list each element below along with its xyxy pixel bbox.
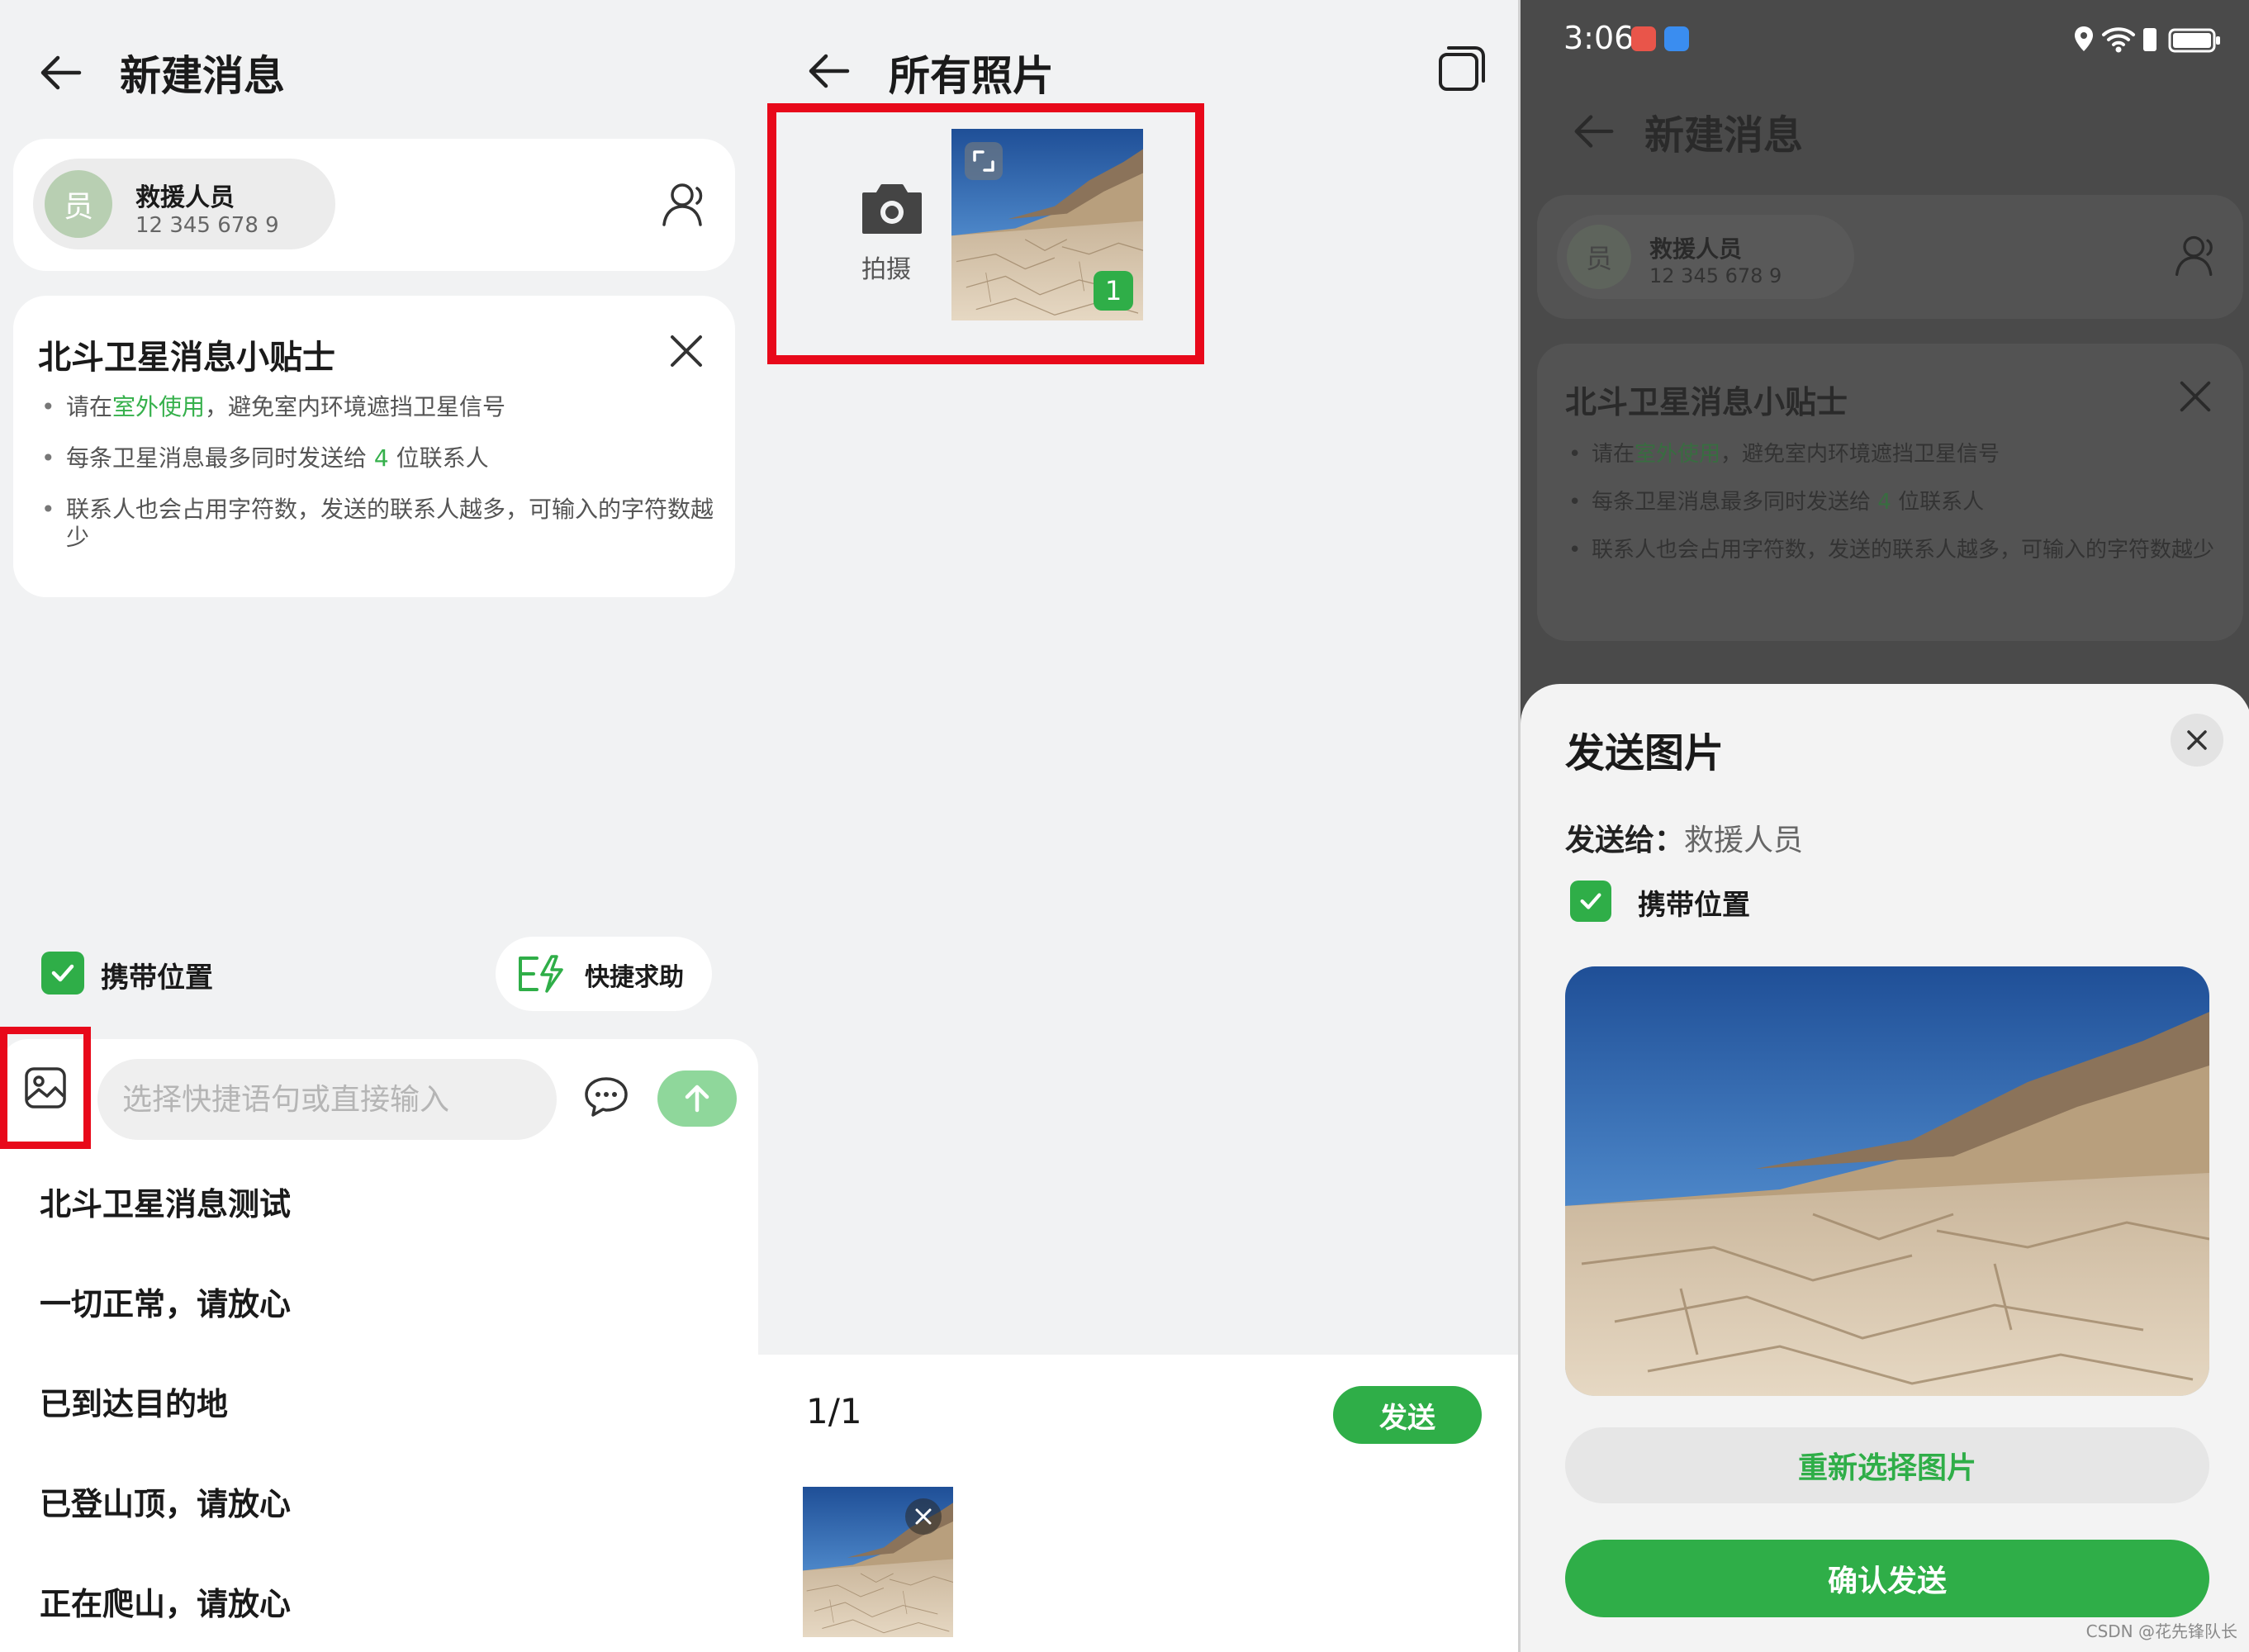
tips-list: 请在室外使用，避免室内环境遮挡卫星信号 每条卫星消息最多同时发送给 4 位联系人… [1565, 441, 2226, 585]
screen-record-icon [1631, 26, 1656, 51]
recipient-card: 员 救援人员 12 345 678 9 [13, 139, 735, 271]
desert-photo-image [1565, 966, 2209, 1396]
recipient-card: 员 救援人员 12 345 678 9 [1537, 195, 2243, 319]
reselect-image-button[interactable]: 重新选择图片 [1565, 1427, 2209, 1503]
send-button[interactable] [657, 1070, 737, 1127]
quick-phrase-item[interactable]: 已到达目的地 [40, 1371, 291, 1471]
send-image-sheet: 发送图片 发送给：救援人员 携带位置 重新选择图片 确认发送 [1521, 684, 2249, 1652]
tips-title: 北斗卫星消息小贴士 [38, 339, 335, 377]
carry-location-checkbox[interactable] [1570, 881, 1611, 922]
message-input[interactable] [97, 1059, 557, 1140]
page-counter: 1/1 [806, 1391, 862, 1431]
attach-image-button[interactable] [0, 1027, 91, 1149]
carry-location-label: 携带位置 [1638, 889, 1750, 922]
quick-help-button[interactable]: 快捷求助 [496, 937, 712, 1011]
selection-footer: 1/1 发送 [758, 1355, 1518, 1652]
checkmark-icon [1580, 893, 1601, 909]
multi-window-icon[interactable] [1435, 43, 1488, 96]
quick-phrase-icon[interactable] [581, 1072, 631, 1122]
add-contact-icon[interactable] [2172, 231, 2220, 279]
tips-list: 请在室外使用，避免室内环境遮挡卫星信号 每条卫星消息最多同时发送给 4 位联系人… [38, 393, 715, 575]
send-button[interactable]: 发送 [1333, 1386, 1482, 1444]
tip-item: 每条卫星消息最多同时发送给 4 位联系人 [1565, 489, 2226, 515]
quick-help-icon [515, 953, 565, 995]
avatar: 员 [45, 170, 112, 238]
recipient-phone: 12 345 678 9 [1649, 264, 1782, 287]
carry-location-checkbox[interactable] [41, 952, 84, 995]
recipient-name: 救援人员 [1649, 235, 1743, 263]
quick-phrase-item[interactable]: 已登山顶，请放心 [40, 1471, 291, 1571]
back-arrow-icon[interactable] [804, 46, 854, 96]
status-icons [2067, 23, 2224, 56]
image-preview [1565, 966, 2209, 1396]
close-icon [2187, 730, 2207, 750]
checkmark-icon [51, 964, 74, 982]
status-time: 3:06 [1563, 20, 1635, 56]
image-icon [25, 1067, 66, 1108]
confirm-screen: 3:06 新建消息 员 救援人员 12 345 678 9 北斗卫星消息小贴士 … [1518, 0, 2249, 1652]
watermark: CSDN @花先锋队长 [2085, 1621, 2237, 1641]
quick-phrase-list: 北斗卫星消息测试 一切正常，请放心 已到达目的地 已登山顶，请放心 正在爬山，请… [40, 1171, 291, 1652]
tip-item: 请在室外使用，避免室内环境遮挡卫星信号 [1565, 441, 2226, 468]
recipient-phone: 12 345 678 9 [135, 213, 279, 238]
quick-help-label: 快捷求助 [585, 963, 684, 992]
quick-phrase-item[interactable]: 一切正常，请放心 [40, 1271, 291, 1371]
sheet-title: 发送图片 [1565, 730, 1725, 776]
shield-icon [1664, 26, 1689, 51]
avatar: 员 [1567, 225, 1631, 289]
send-to-row: 发送给：救援人员 [1565, 816, 1803, 859]
close-sheet-button[interactable] [2171, 714, 2223, 767]
arrow-up-icon [685, 1085, 709, 1113]
close-icon[interactable] [666, 330, 707, 372]
page-title: 所有照片 [889, 52, 1054, 100]
recipient-name: 救援人员 [135, 183, 235, 212]
tip-item: 每条卫星消息最多同时发送给 4 位联系人 [38, 444, 715, 472]
carry-location-label: 携带位置 [101, 961, 213, 995]
tips-card: 北斗卫星消息小贴士 请在室外使用，避免室内环境遮挡卫星信号 每条卫星消息最多同时… [13, 296, 735, 597]
close-icon[interactable] [2175, 377, 2215, 416]
send-to-name: 救援人员 [1684, 824, 1804, 857]
gallery-screen: 所有照片 拍摄 1 1/1 发送 [758, 0, 1518, 1652]
selected-photo-thumbnail[interactable] [803, 1487, 953, 1637]
tip-item: 请在室外使用，避免室内环境遮挡卫星信号 [38, 393, 715, 421]
recipient-chip[interactable]: 员 救援人员 12 345 678 9 [33, 159, 335, 249]
tips-card: 北斗卫星消息小贴士 请在室外使用，避免室内环境遮挡卫星信号 每条卫星消息最多同时… [1537, 344, 2243, 641]
remove-photo-button[interactable] [905, 1498, 942, 1535]
compose-screen: 新建消息 员 救援人员 12 345 678 9 北斗卫星消息小贴士 请在室外使… [0, 0, 758, 1652]
back-arrow-icon[interactable] [1570, 107, 1618, 155]
send-to-label: 发送给： [1565, 824, 1685, 857]
tip-item: 联系人也会占用字符数，发送的联系人越多，可输入的字符数越少 [1565, 537, 2226, 563]
back-arrow-icon[interactable] [36, 48, 86, 97]
quick-phrase-item[interactable]: 北斗卫星消息测试 [40, 1171, 291, 1271]
add-contact-icon[interactable] [659, 178, 710, 230]
confirm-send-button[interactable]: 确认发送 [1565, 1540, 2209, 1617]
page-title: 新建消息 [1644, 112, 1804, 159]
tips-title: 北斗卫星消息小贴士 [1565, 384, 1848, 420]
quick-phrase-item[interactable]: 正在爬山，请放心 [40, 1571, 291, 1652]
tip-item: 联系人也会占用字符数，发送的联系人越多，可输入的字符数越少 [38, 496, 715, 552]
close-icon [915, 1508, 932, 1525]
page-title: 新建消息 [120, 52, 285, 100]
highlight-box [767, 103, 1204, 364]
recipient-chip[interactable]: 员 救援人员 12 345 678 9 [1557, 215, 1854, 299]
